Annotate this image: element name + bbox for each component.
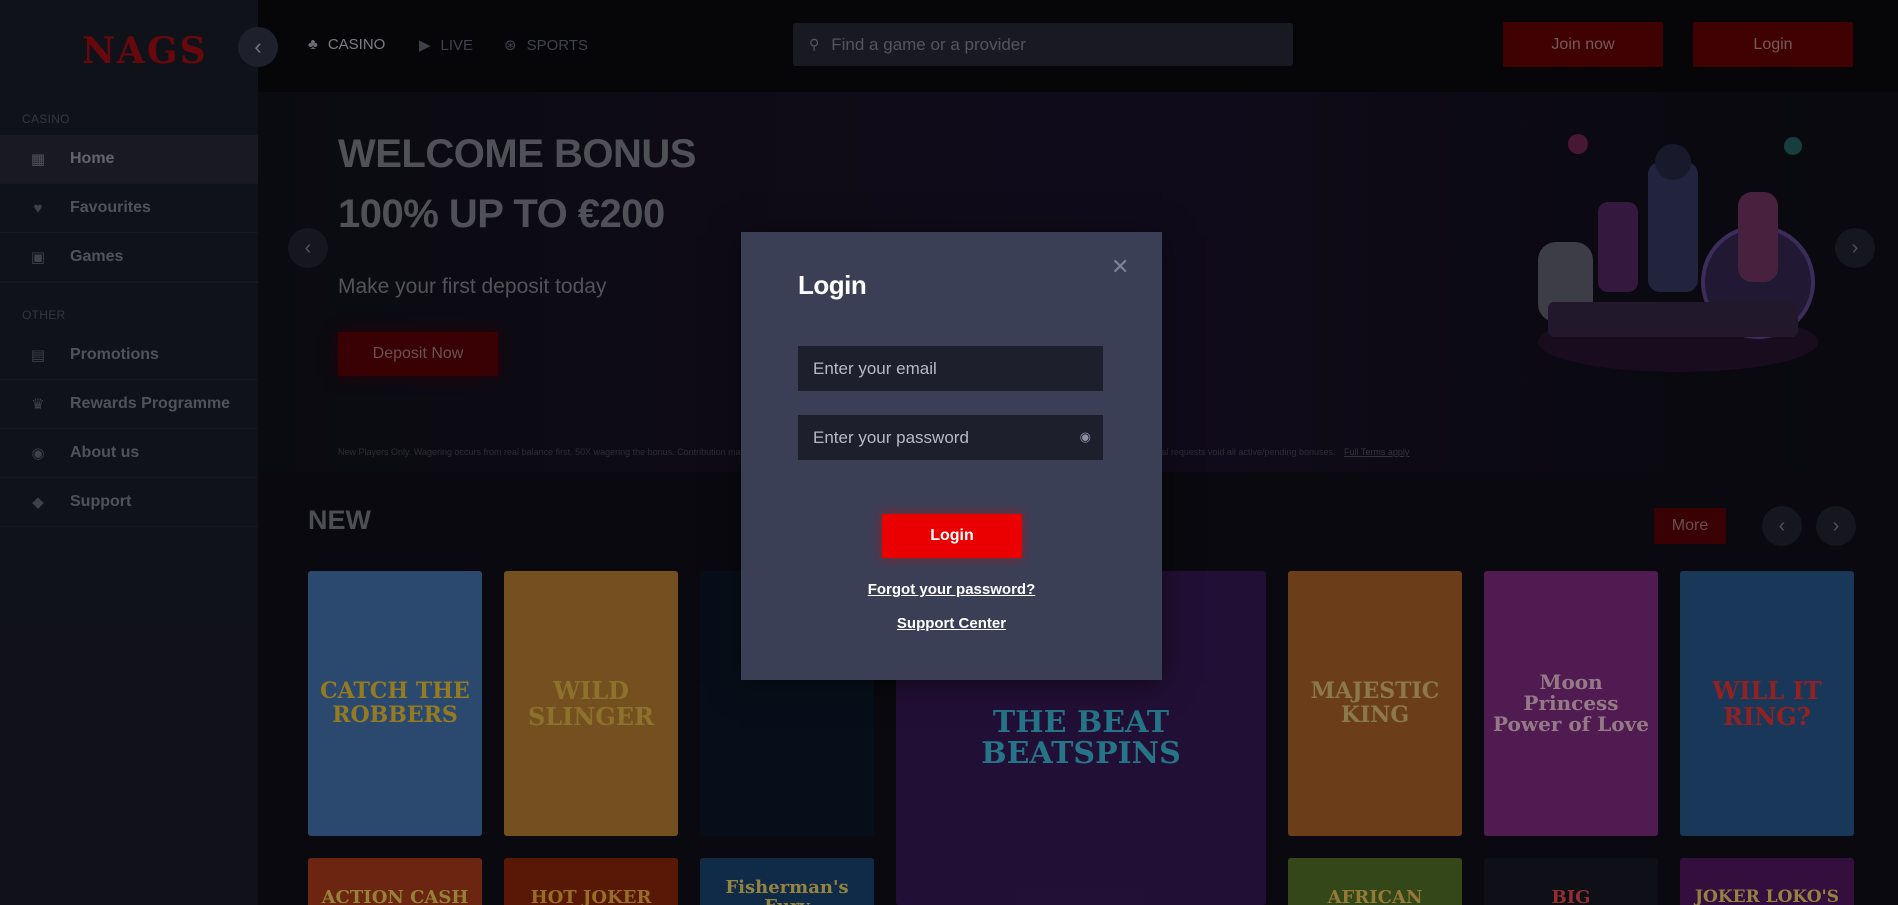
modal-title: Login <box>798 270 867 300</box>
password-input[interactable] <box>798 427 1068 448</box>
login-submit-button[interactable]: Login <box>882 514 1022 558</box>
email-input[interactable] <box>798 358 1068 379</box>
forgot-password-link[interactable]: Forgot your password? <box>741 581 1162 598</box>
show-password-icon[interactable]: ◉ <box>1080 429 1091 445</box>
close-button[interactable]: ✕ <box>1111 254 1129 280</box>
casino-app: NAGS CASINO ▦ Home ♥ Favourites ▣ Games … <box>0 0 1898 905</box>
login-modal: Login ✕ ◉ Login Forgot your password? Su… <box>741 232 1162 680</box>
close-icon: ✕ <box>1111 254 1130 279</box>
email-field[interactable] <box>798 346 1103 391</box>
password-field[interactable]: ◉ <box>798 415 1103 460</box>
support-center-link[interactable]: Support Center <box>741 615 1162 632</box>
